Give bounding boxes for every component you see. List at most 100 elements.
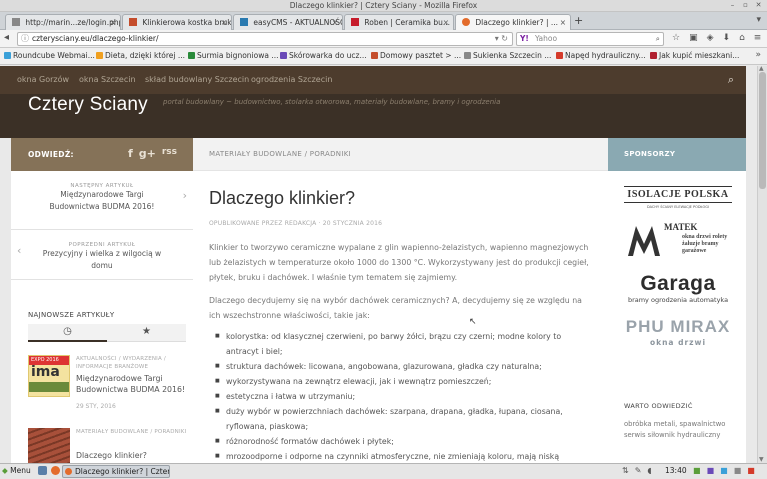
post-body: Klinkier to tworzywo ceramiczne wypalane…: [209, 240, 594, 464]
bookmark-item[interactable]: Skórowarka do ucz...: [280, 51, 367, 60]
chevron-left-icon[interactable]: ‹: [17, 244, 21, 257]
site-title[interactable]: Cztery Sciany: [28, 94, 148, 116]
tab-close-icon[interactable]: ×: [332, 15, 338, 30]
sponsor-logo-garaga[interactable]: Garaga bramy ogrodzenia automatyka: [624, 273, 732, 305]
follow-label: ODWIEDŹ:: [28, 150, 74, 159]
tab-close-icon[interactable]: ×: [443, 15, 449, 30]
article-category[interactable]: AKTUALNOŚCI / WYDARZENIA / INFORMACJE BR…: [76, 355, 188, 371]
google-plus-icon[interactable]: g+: [139, 147, 156, 160]
worth-visiting-links[interactable]: obróbka metali, spawalnictwo serwis siło…: [624, 419, 732, 441]
tab-close-icon[interactable]: ×: [560, 15, 566, 30]
bookmark-icon: [650, 52, 657, 59]
bookmark-item[interactable]: Dieta, dzięki której ...: [96, 51, 185, 60]
back-arrow-icon[interactable]: ◂: [4, 32, 9, 43]
nav-link[interactable]: skład budowlany Szczecin: [145, 75, 249, 84]
app-tray-icon[interactable]: ■: [707, 466, 715, 475]
tab-close-icon[interactable]: ×: [221, 15, 227, 30]
nav-link[interactable]: ogrodzenia Szczecin: [251, 75, 332, 84]
app-tray-icon[interactable]: ■: [747, 466, 755, 475]
bookmarks-toolbar: Roundcube Webmai... Dieta, dzięki której…: [0, 48, 767, 65]
menu-icon[interactable]: ≡: [754, 33, 762, 43]
page-scrollbar[interactable]: ▲ ▼: [757, 65, 767, 463]
site-icon: [129, 18, 137, 26]
taskbar-window-button[interactable]: Dlaczego klinkier? | Cztery...: [62, 465, 170, 478]
reload-icon[interactable]: ▾ ↻: [495, 33, 508, 45]
search-input[interactable]: Y! Yahoo ⌕: [516, 32, 664, 46]
maximize-icon[interactable]: ▫: [741, 1, 750, 10]
list-item[interactable]: MATERIAŁY BUDOWLANE / PORADNIKI Dlaczego…: [28, 428, 188, 470]
app-tray-icon[interactable]: ■: [720, 466, 728, 475]
tab-list-icon[interactable]: ▾: [756, 15, 761, 25]
home-icon[interactable]: ⌂: [739, 33, 745, 43]
pocket-icon[interactable]: ◈: [707, 33, 714, 43]
clock-icon[interactable]: ◷: [28, 326, 107, 342]
mouse-cursor-icon: ↖: [469, 317, 477, 327]
site-header: Cztery Sciany portal budowlany ~ budowni…: [0, 94, 746, 138]
next-article[interactable]: NASTĘPNY ARTYKUŁ Międzynarodowe Targi Bu…: [11, 171, 193, 230]
close-icon[interactable]: ✕: [754, 1, 763, 10]
downloads-icon[interactable]: ⬇: [723, 33, 731, 43]
tab-label: Klinkierowa kostka bruk...: [142, 18, 232, 27]
previous-article-title[interactable]: Prezycyjny i wielka z wilgocią w domu: [11, 248, 193, 272]
next-article-title[interactable]: Międzynarodowe Targi Budownictwa BUDMA 2…: [11, 189, 193, 213]
list-item[interactable]: EXPO 2016 ima AKTUALNOŚCI / WYDARZENIA /…: [28, 355, 186, 415]
app-tray-icon[interactable]: ■: [734, 466, 742, 475]
search-icon[interactable]: ⌕: [656, 33, 660, 45]
site-search-icon[interactable]: ⌕: [728, 73, 734, 87]
previous-article[interactable]: POPRZEDNI ARTYKUŁ Prezycyjny i wielka z …: [11, 230, 193, 280]
nav-link[interactable]: okna Szczecin: [79, 75, 136, 84]
bookmark-item[interactable]: Napęd hydrauliczny...: [556, 51, 646, 60]
sponsor-logo-mirax[interactable]: PHU MIRAX okna drzwi: [624, 316, 732, 347]
tab-login[interactable]: http://marin...ze/login.php ×: [5, 14, 121, 30]
star-icon[interactable]: ★: [107, 326, 186, 337]
tab-roben[interactable]: Roben | Ceramika bu... ×: [344, 14, 454, 30]
nav-link[interactable]: okna Gorzów: [17, 75, 69, 84]
site-info-icon[interactable]: ⓘ: [21, 33, 29, 45]
main-content: MATERIAŁY BUDOWLANE / PORADNIKI Dlaczego…: [193, 138, 608, 464]
bookmark-item[interactable]: Roundcube Webmai...: [4, 51, 95, 60]
facebook-icon[interactable]: f: [128, 147, 133, 160]
window-title: Dlaczego klinkier? | Cztery Sciany - Moz…: [289, 1, 478, 10]
post-meta: OPUBLIKOWANE PRZEZ REDAKCJA · 20 STYCZNI…: [209, 220, 383, 227]
article-category[interactable]: MATERIAŁY BUDOWLANE / PORADNIKI: [76, 428, 188, 436]
bookmark-item[interactable]: Sukienka Szczecin ...: [464, 51, 551, 60]
bookmark-star-icon[interactable]: ☆: [672, 33, 680, 43]
latest-articles-heading: NAJNOWSZE ARTYKUŁY: [28, 311, 115, 319]
bookmark-item[interactable]: Surmia bignoniowa ...: [188, 51, 278, 60]
article-title[interactable]: Międzynarodowe Targi Budownictwa BUDMA 2…: [76, 373, 188, 395]
sponsor-logo-isolacje[interactable]: ISOLACJE POLSKA DACHY ŚCIANY ELEWACJE PO…: [624, 186, 732, 209]
list-item: różnorodność formatów dachówek i płytek;: [215, 434, 594, 449]
clock[interactable]: 13:40: [665, 466, 687, 475]
tab-klinkierowa[interactable]: Klinkierowa kostka bruk... ×: [122, 14, 232, 30]
page-title: Dlaczego klinkier?: [209, 188, 356, 208]
article-date: 29 STY, 2016: [76, 403, 116, 410]
rss-icon[interactable]: rss: [162, 147, 177, 160]
bookmark-item[interactable]: Domowy pasztet > ...: [371, 51, 461, 60]
app-tray-icon[interactable]: ■: [693, 466, 701, 475]
url-bar[interactable]: ⓘ czterysciany.eu/dlaczego-klinkier/ ▾ ↻: [17, 32, 513, 46]
start-menu-button[interactable]: ◆ Menu: [2, 466, 31, 475]
more-bookmarks-icon[interactable]: »: [755, 50, 761, 60]
breadcrumb[interactable]: MATERIAŁY BUDOWLANE / PORADNIKI: [193, 138, 608, 171]
list-item: duży wybór w powierzchniach dachówek: sz…: [215, 404, 594, 434]
network-icon[interactable]: ⇅: [622, 466, 629, 475]
tab-easycms[interactable]: easyCMS - AKTUALNOŚCI ×: [233, 14, 343, 30]
volume-icon[interactable]: ◖: [647, 466, 651, 475]
bookmark-item[interactable]: Jak kupić mieszkani...: [650, 51, 739, 60]
scroll-down-icon[interactable]: ▼: [759, 456, 764, 463]
sponsor-logo-matek[interactable]: MATEK okna drzwi rolety żaluzje bramy ga…: [624, 222, 732, 262]
new-tab-button[interactable]: +: [574, 14, 583, 27]
tools-icon[interactable]: ✎: [635, 466, 642, 475]
chevron-right-icon[interactable]: ›: [183, 189, 187, 202]
tab-dlaczego-klinkier[interactable]: Dlaczego klinkier? | ... ×: [455, 14, 571, 31]
minimize-icon[interactable]: –: [728, 1, 737, 10]
firefox-icon[interactable]: [51, 466, 60, 475]
reading-list-icon[interactable]: ▣: [689, 33, 698, 43]
article-thumbnail[interactable]: EXPO 2016 ima: [28, 355, 70, 397]
tab-close-icon[interactable]: ×: [110, 15, 116, 30]
desktop-icon[interactable]: [38, 466, 47, 475]
scrollbar-thumb[interactable]: [759, 72, 766, 189]
scroll-up-icon[interactable]: ▲: [759, 65, 764, 72]
site-description: portal budowlany ~ budownictwo, stolarka…: [163, 98, 501, 106]
article-title[interactable]: Dlaczego klinkier?: [76, 450, 188, 461]
